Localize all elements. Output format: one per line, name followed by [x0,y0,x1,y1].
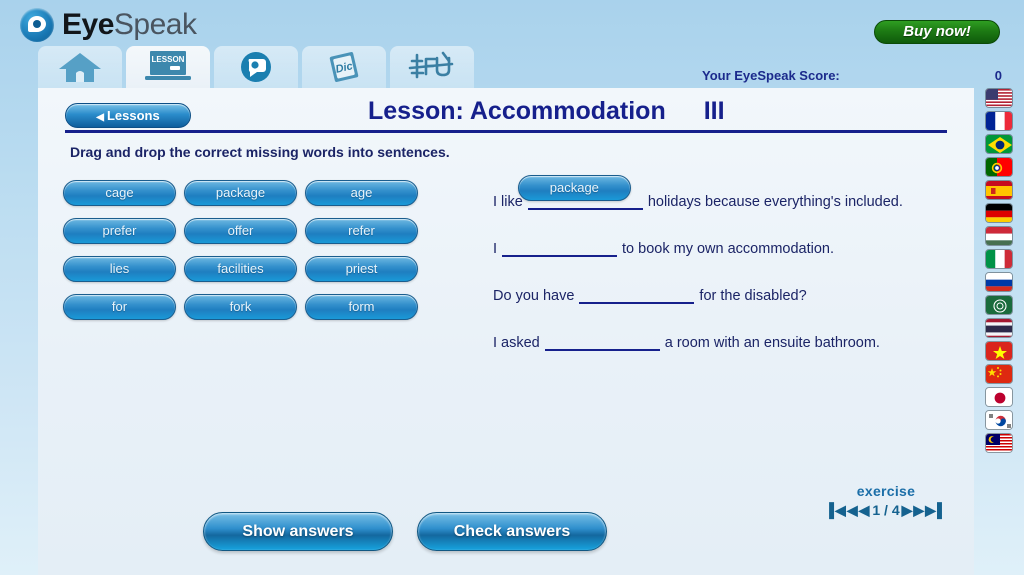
exercise-navigation: exercise ▐◀◀◀ 1 / 4 ▶▶▶▌ [806,483,966,519]
sentence-suffix: a room with an ensuite bathroom. [664,334,880,351]
word-chip[interactable]: package [184,180,297,206]
score-row: Your EyeSpeak Score: 0 [702,68,1002,83]
flag-united-states[interactable] [985,88,1013,108]
next-exercise-icon[interactable]: ▶ [902,502,914,518]
back-to-lessons-label: Lessons [106,108,160,123]
app-header: EyeSpeak Buy now! Your EyeSpeak Score: 0 [0,0,1024,88]
check-answers-button[interactable]: Check answers [417,512,607,551]
flag-thailand[interactable] [985,318,1013,338]
sentence-suffix: for the disabled? [699,287,807,304]
sentence-prefix: Do you have [493,287,575,304]
sentence-list: I like package holidays because everythi… [493,175,953,366]
sentence-suffix: holidays because everything's included. [647,193,903,210]
sentence-suffix: to book my own accommodation. [622,240,834,257]
score-label: Your EyeSpeak Score: [702,68,840,83]
main-tab-bar: LESSON Dic [38,46,474,88]
flag-spain[interactable] [985,180,1013,200]
lesson-board-icon: LESSON [142,49,194,85]
language-flag-rail [974,88,1024,453]
flag-vietnam[interactable] [985,341,1013,361]
lesson-panel: ◀ Lessons Lesson: Accommodation III Drag a… [38,88,974,575]
flag-portugal[interactable] [985,157,1013,177]
eyespeak-app: EyeSpeak Buy now! Your EyeSpeak Score: 0 [0,0,1024,575]
word-chip[interactable]: form [305,294,418,320]
sentence-row: I to book my own accommodation. [493,225,953,272]
flag-japan[interactable] [985,387,1013,407]
back-to-lessons-button[interactable]: ◀ Lessons [65,103,191,128]
sentence-prefix: I [493,240,498,257]
exercise-page-indicator: 1 / 4 [872,502,900,518]
eye-speech-bubble-icon [20,8,54,42]
filled-answer-chip[interactable]: package [517,175,631,201]
word-bank: cage package age prefer offer refer lies… [63,180,453,320]
brand-bold: Eye [62,8,114,41]
svg-text:LESSON: LESSON [152,55,185,64]
word-chip[interactable]: refer [305,218,418,244]
tab-fun[interactable] [390,46,474,88]
flag-france[interactable] [985,111,1013,131]
title-divider [65,130,947,133]
left-caret-icon: ◀ [96,112,104,123]
flag-china[interactable] [985,364,1013,384]
show-answers-button[interactable]: Show answers [203,512,393,551]
flag-south-korea[interactable] [985,410,1013,430]
tab-home[interactable] [38,46,122,88]
word-chip[interactable]: cage [63,180,176,206]
sentence-row: Do you have for the disabled? [493,272,953,319]
word-chip[interactable]: for [63,294,176,320]
word-chip[interactable]: prefer [63,218,176,244]
score-value: 0 [994,68,1002,83]
answer-blank[interactable] [579,287,695,304]
buy-now-button[interactable]: Buy now! [874,20,1000,44]
last-exercise-icon[interactable]: ▶▶▌ [913,502,947,518]
house-icon [57,50,103,84]
tab-dictionary[interactable]: Dic [302,46,386,88]
instruction-text: Drag and drop the correct missing words … [70,144,450,160]
word-chip[interactable]: lies [63,256,176,282]
word-chip[interactable]: facilities [184,256,297,282]
flag-russia[interactable] [985,272,1013,292]
page-title: Lesson: Accommodation III [368,97,838,126]
exercise-label: exercise [856,483,916,499]
lesson-number: III [703,97,725,125]
word-chip[interactable]: priest [305,256,418,282]
tab-speak[interactable] [214,46,298,88]
dictionary-book-icon: Dic [324,49,364,85]
brand-wordmark: EyeSpeak [62,8,197,42]
flag-germany[interactable] [985,203,1013,223]
flag-arab-league[interactable] [985,295,1013,315]
word-chip[interactable]: offer [184,218,297,244]
flag-brazil[interactable] [985,134,1013,154]
flag-malaysia[interactable] [985,433,1013,453]
answer-blank[interactable] [502,240,618,257]
prev-exercise-icon[interactable]: ◀ [859,502,871,518]
fun-scribble-icon [407,49,457,85]
sentence-row: I asked a room with an ensuite bathroom. [493,319,953,366]
lesson-title-text: Lesson: Accommodation [368,97,666,125]
answer-blank[interactable]: package [517,175,643,210]
answer-blank[interactable] [544,334,660,351]
tab-lesson[interactable]: LESSON [126,46,210,88]
sentence-prefix: I asked [493,334,540,351]
flag-italy[interactable] [985,249,1013,269]
app-logo: EyeSpeak [20,8,197,42]
exercise-pager: ▐◀◀◀ 1 / 4 ▶▶▶▌ [806,502,966,519]
speech-bubble-icon [239,50,273,84]
sentence-row: I like package holidays because everythi… [493,175,953,225]
brand-light: Speak [113,8,197,41]
sentence-prefix: I like [493,193,523,210]
first-exercise-icon[interactable]: ▐◀◀ [824,502,858,518]
word-chip[interactable]: fork [184,294,297,320]
word-chip[interactable]: age [305,180,418,206]
flag-hungary[interactable] [985,226,1013,246]
